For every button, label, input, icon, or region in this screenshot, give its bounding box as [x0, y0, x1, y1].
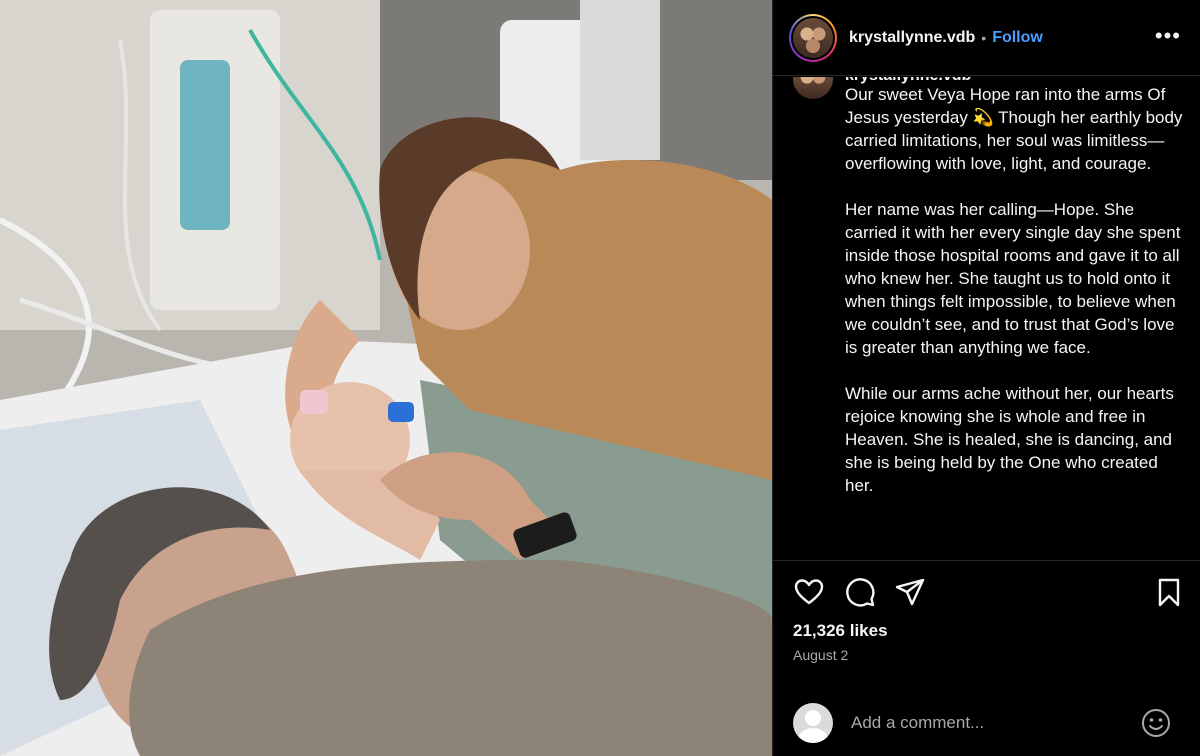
- post-side-panel: krystallynne.vdb • Follow ••• krystallyn…: [772, 0, 1200, 756]
- post-actions: [793, 576, 1185, 610]
- avatar-image: [793, 17, 833, 58]
- more-options-icon[interactable]: •••: [1155, 25, 1181, 47]
- smiley-icon[interactable]: [1141, 708, 1171, 738]
- comment-bar: [773, 700, 1200, 746]
- caption-paragraph-2: Her name was her calling—Hope. She carri…: [845, 200, 1181, 357]
- caption-paragraph-3: While our arms ache without her, our hea…: [845, 384, 1174, 495]
- section-divider: [773, 560, 1200, 561]
- paper-plane-icon[interactable]: [894, 576, 926, 608]
- caption-paragraph-1: Our sweet Veya Hope ran into the arms Of…: [845, 85, 1183, 173]
- likes-count[interactable]: 21,326 likes: [793, 621, 888, 641]
- comment-icon[interactable]: [844, 576, 876, 608]
- bookmark-icon[interactable]: [1153, 576, 1185, 608]
- heart-icon[interactable]: [793, 576, 825, 608]
- post-photo[interactable]: [0, 0, 772, 756]
- post-date[interactable]: August 2: [793, 647, 848, 663]
- caption-avatar[interactable]: [793, 77, 833, 99]
- photo-illustration: [0, 0, 772, 756]
- user-avatar: [793, 703, 833, 743]
- separator-dot: •: [981, 29, 987, 46]
- caption-scroll-area[interactable]: krystallynne.vdb Our sweet Veya Hope ran…: [773, 77, 1200, 559]
- post-header: krystallynne.vdb • Follow •••: [773, 0, 1200, 76]
- comment-input[interactable]: [851, 710, 1131, 736]
- profile-avatar[interactable]: [789, 13, 837, 62]
- caption-text: Our sweet Veya Hope ran into the arms Of…: [845, 83, 1185, 520]
- follow-button[interactable]: Follow: [992, 29, 1043, 47]
- username-link[interactable]: krystallynne.vdb: [849, 29, 975, 47]
